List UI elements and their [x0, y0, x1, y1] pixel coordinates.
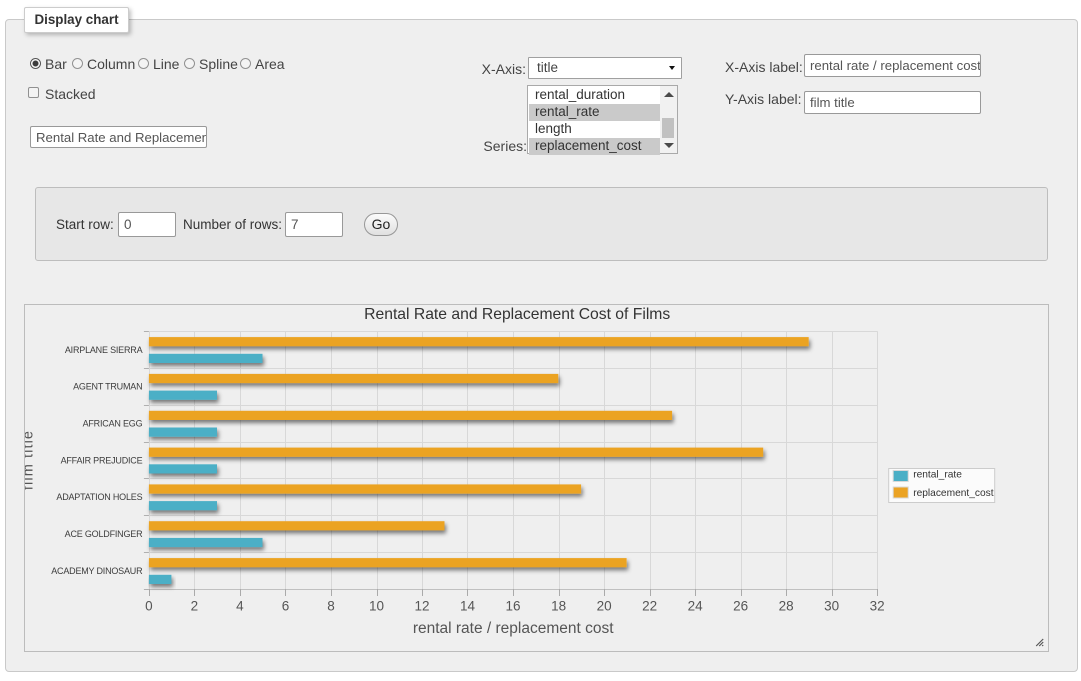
svg-text:rental_rate: rental_rate	[913, 470, 962, 481]
svg-text:AIRPLANE SIERRA: AIRPLANE SIERRA	[65, 345, 143, 355]
svg-text:replacement_cost: replacement_cost	[913, 488, 994, 499]
svg-text:AFFAIR PREJUDICE: AFFAIR PREJUDICE	[60, 455, 142, 465]
svg-text:20: 20	[596, 599, 611, 614]
svg-text:Rental Rate and Replacement Co: Rental Rate and Replacement Cost of Film…	[364, 306, 670, 323]
svg-text:AFRICAN EGG: AFRICAN EGG	[82, 419, 142, 429]
svg-text:6: 6	[282, 599, 290, 614]
svg-text:2: 2	[190, 599, 198, 614]
svg-text:30: 30	[824, 599, 839, 614]
svg-text:10: 10	[369, 599, 384, 614]
svg-text:26: 26	[733, 599, 748, 614]
svg-text:4: 4	[236, 599, 244, 614]
svg-text:24: 24	[687, 599, 703, 614]
svg-text:14: 14	[460, 599, 476, 614]
svg-text:rental rate / replacement cost: rental rate / replacement cost	[413, 620, 614, 637]
svg-text:28: 28	[778, 599, 793, 614]
svg-text:22: 22	[642, 599, 657, 614]
svg-text:18: 18	[551, 599, 566, 614]
svg-text:8: 8	[327, 599, 335, 614]
svg-text:0: 0	[145, 599, 153, 614]
svg-text:32: 32	[869, 599, 884, 614]
svg-text:AGENT TRUMAN: AGENT TRUMAN	[73, 382, 142, 392]
svg-text:film title: film title	[25, 430, 37, 490]
svg-text:ACE GOLDFINGER: ACE GOLDFINGER	[64, 529, 142, 539]
svg-text:ACADEMY DINOSAUR: ACADEMY DINOSAUR	[51, 566, 143, 576]
svg-text:ADAPTATION HOLES: ADAPTATION HOLES	[56, 492, 142, 502]
svg-text:16: 16	[505, 599, 520, 614]
svg-text:12: 12	[414, 599, 429, 614]
